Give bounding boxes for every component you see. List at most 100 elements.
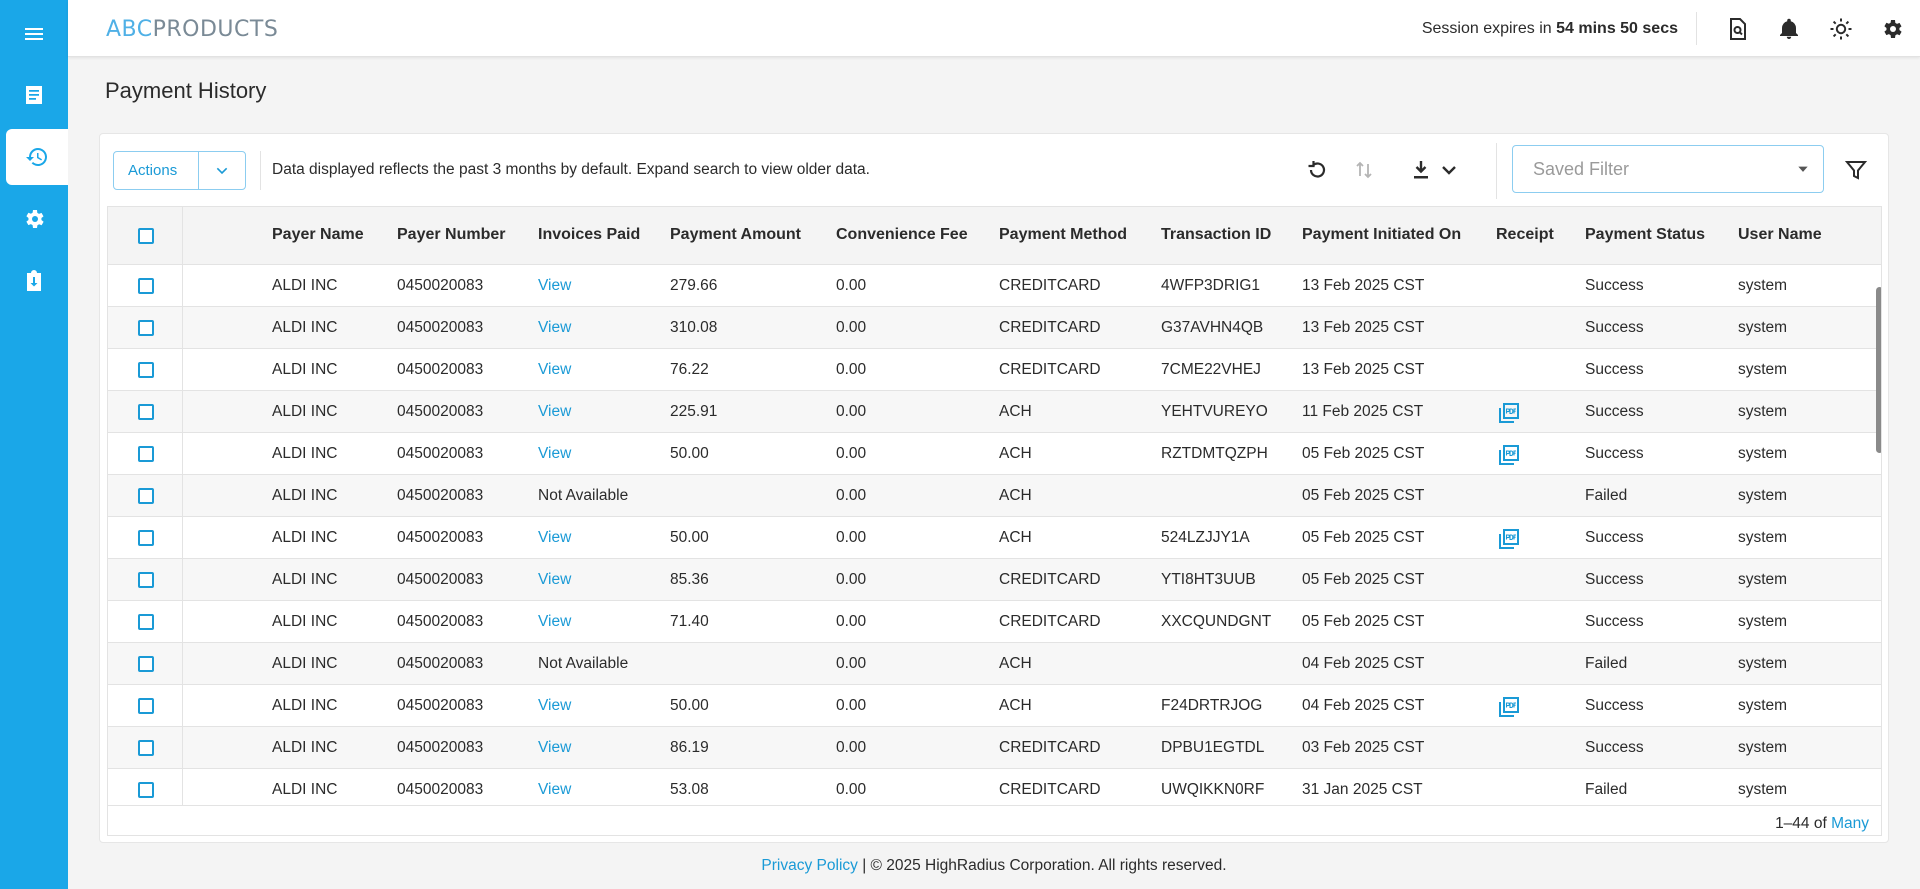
payment-amount-cell: 85.36 xyxy=(670,571,709,588)
transaction-id-cell: YTI8HT3UUB xyxy=(1161,571,1256,588)
select-all-checkbox[interactable] xyxy=(138,228,154,244)
document-icon xyxy=(26,86,42,104)
saved-filter-select[interactable]: Saved Filter xyxy=(1512,145,1824,193)
payment-method-cell: ACH xyxy=(999,655,1032,672)
table-row[interactable]: ALDI INC 0450020083 Not Available 0.00 ACH 04… xyxy=(108,643,1881,685)
row-checkbox[interactable] xyxy=(138,614,154,630)
row-checkbox[interactable] xyxy=(138,362,154,378)
view-invoices-link[interactable]: View xyxy=(538,739,571,757)
pdf-receipt-icon[interactable] xyxy=(1497,443,1521,467)
payer-name-cell: ALDI INC xyxy=(272,697,338,714)
header-col-divider xyxy=(182,207,183,265)
refresh-button[interactable] xyxy=(1303,156,1331,184)
table-row[interactable]: ALDI INC 0450020083 View 85.36 0.00 CREDITCAR… xyxy=(108,559,1881,601)
table-row[interactable]: ALDI INC 0450020083 View 50.00 0.00 ACH RZTDMT… xyxy=(108,433,1881,475)
table-row[interactable]: ALDI INC 0450020083 View 279.66 0.00 CREDITCA… xyxy=(108,265,1881,307)
payer-number-cell: 0450020083 xyxy=(397,403,484,420)
payer-number-cell: 0450020083 xyxy=(397,277,484,294)
privacy-policy-link[interactable]: Privacy Policy xyxy=(761,857,857,874)
sidebar-menu-button[interactable] xyxy=(0,6,68,62)
download-options-button[interactable] xyxy=(1435,156,1463,184)
col-convenience-fee[interactable]: Convenience Fee xyxy=(836,226,968,244)
payment-date-cell: 13 Feb 2025 CST xyxy=(1302,319,1425,336)
col-payer-name[interactable]: Payer Name xyxy=(272,226,364,244)
filter-icon xyxy=(1844,161,1868,180)
table-row[interactable]: ALDI INC 0450020083 View 76.22 0.00 CREDITCAR… xyxy=(108,349,1881,391)
sort-icon xyxy=(1356,161,1372,179)
view-invoices-link[interactable]: View xyxy=(538,319,571,337)
pdf-receipt-icon[interactable] xyxy=(1497,527,1521,551)
table-row[interactable]: ALDI INC 0450020083 Not Available 0.00 ACH 05… xyxy=(108,475,1881,517)
pagination-total-link[interactable]: Many xyxy=(1831,815,1869,832)
sort-button[interactable] xyxy=(1350,156,1378,184)
pdf-receipt-icon[interactable] xyxy=(1497,695,1521,719)
payment-amount-cell: 279.66 xyxy=(670,277,718,294)
header-divider xyxy=(1696,12,1697,45)
table-row[interactable]: ALDI INC 0450020083 View 71.40 0.00 CREDITCAR… xyxy=(108,601,1881,643)
view-invoices-link[interactable]: View xyxy=(538,361,571,379)
payment-status-cell: Success xyxy=(1585,277,1644,294)
payment-date-cell: 04 Feb 2025 CST xyxy=(1302,655,1425,672)
theme-toggle-button[interactable] xyxy=(1828,16,1854,42)
row-checkbox[interactable] xyxy=(138,278,154,294)
payment-amount-cell: 50.00 xyxy=(670,697,709,714)
table-row[interactable]: ALDI INC 0450020083 View 50.00 0.00 ACH 524LZJ… xyxy=(108,517,1881,559)
row-checkbox[interactable] xyxy=(138,656,154,672)
row-checkbox[interactable] xyxy=(138,782,154,798)
page-footer: Privacy Policy | © 2025 HighRadius Corpo… xyxy=(68,857,1920,875)
view-invoices-link[interactable]: View xyxy=(538,613,571,631)
col-payment-initiated-on[interactable]: Payment Initiated On xyxy=(1302,226,1461,244)
col-payment-method[interactable]: Payment Method xyxy=(999,226,1127,244)
pdf-receipt-icon[interactable] xyxy=(1497,401,1521,425)
view-invoices-link[interactable]: View xyxy=(538,277,571,295)
brand-logo[interactable]: ABCPRODUCTS xyxy=(106,17,278,42)
sidebar-item-payment-history[interactable] xyxy=(6,129,68,185)
notifications-button[interactable] xyxy=(1776,16,1802,42)
row-checkbox[interactable] xyxy=(138,320,154,336)
col-invoices-paid[interactable]: Invoices Paid xyxy=(538,226,640,244)
sidebar-item-downloads[interactable] xyxy=(0,253,68,309)
payment-status-cell: Failed xyxy=(1585,781,1628,798)
row-checkbox[interactable] xyxy=(138,698,154,714)
col-receipt[interactable]: Receipt xyxy=(1496,226,1554,244)
col-user-name[interactable]: User Name xyxy=(1738,226,1822,244)
col-payer-number[interactable]: Payer Number xyxy=(397,226,506,244)
convenience-fee-cell: 0.00 xyxy=(836,655,867,672)
row-checkbox[interactable] xyxy=(138,530,154,546)
sidebar-item-documents[interactable] xyxy=(0,67,68,123)
table-row[interactable]: ALDI INC 0450020083 View 50.00 0.00 ACH F24DRT… xyxy=(108,685,1881,727)
top-header: ABCPRODUCTS Session expires in 54 mins 5… xyxy=(68,0,1920,57)
filter-button[interactable] xyxy=(1842,156,1870,184)
payer-name-cell: ALDI INC xyxy=(272,781,338,798)
view-invoices-link[interactable]: View xyxy=(538,781,571,799)
convenience-fee-cell: 0.00 xyxy=(836,739,867,756)
col-payment-amount[interactable]: Payment Amount xyxy=(670,226,801,244)
row-checkbox[interactable] xyxy=(138,572,154,588)
actions-dropdown-button[interactable]: Actions xyxy=(113,151,246,190)
download-button[interactable] xyxy=(1407,156,1435,184)
table-row[interactable]: ALDI INC 0450020083 View 86.19 0.00 CREDITCAR… xyxy=(108,727,1881,769)
table-row[interactable]: ALDI INC 0450020083 View 225.91 0.00 ACH YEHTV… xyxy=(108,391,1881,433)
invoices-paid-cell: Not Available xyxy=(538,655,629,672)
view-invoices-link[interactable]: View xyxy=(538,571,571,589)
settings-button[interactable] xyxy=(1880,16,1906,42)
payment-amount-cell: 71.40 xyxy=(670,613,709,630)
sidebar-item-settings[interactable] xyxy=(0,191,68,247)
col-payment-status[interactable]: Payment Status xyxy=(1585,226,1705,244)
row-checkbox[interactable] xyxy=(138,446,154,462)
row-checkbox[interactable] xyxy=(138,404,154,420)
view-invoices-link[interactable]: View xyxy=(538,529,571,547)
settings-icon xyxy=(1884,20,1902,38)
view-invoices-link[interactable]: View xyxy=(538,403,571,421)
view-invoices-link[interactable]: View xyxy=(538,445,571,463)
document-search-button[interactable] xyxy=(1724,16,1750,42)
payer-number-cell: 0450020083 xyxy=(397,361,484,378)
payer-name-cell: ALDI INC xyxy=(272,613,338,630)
payer-number-cell: 0450020083 xyxy=(397,655,484,672)
col-transaction-id[interactable]: Transaction ID xyxy=(1161,226,1271,244)
view-invoices-link[interactable]: View xyxy=(538,697,571,715)
table-scrollbar[interactable] xyxy=(1876,287,1881,453)
row-checkbox[interactable] xyxy=(138,740,154,756)
table-row[interactable]: ALDI INC 0450020083 View 310.08 0.00 CREDITCA… xyxy=(108,307,1881,349)
row-checkbox[interactable] xyxy=(138,488,154,504)
